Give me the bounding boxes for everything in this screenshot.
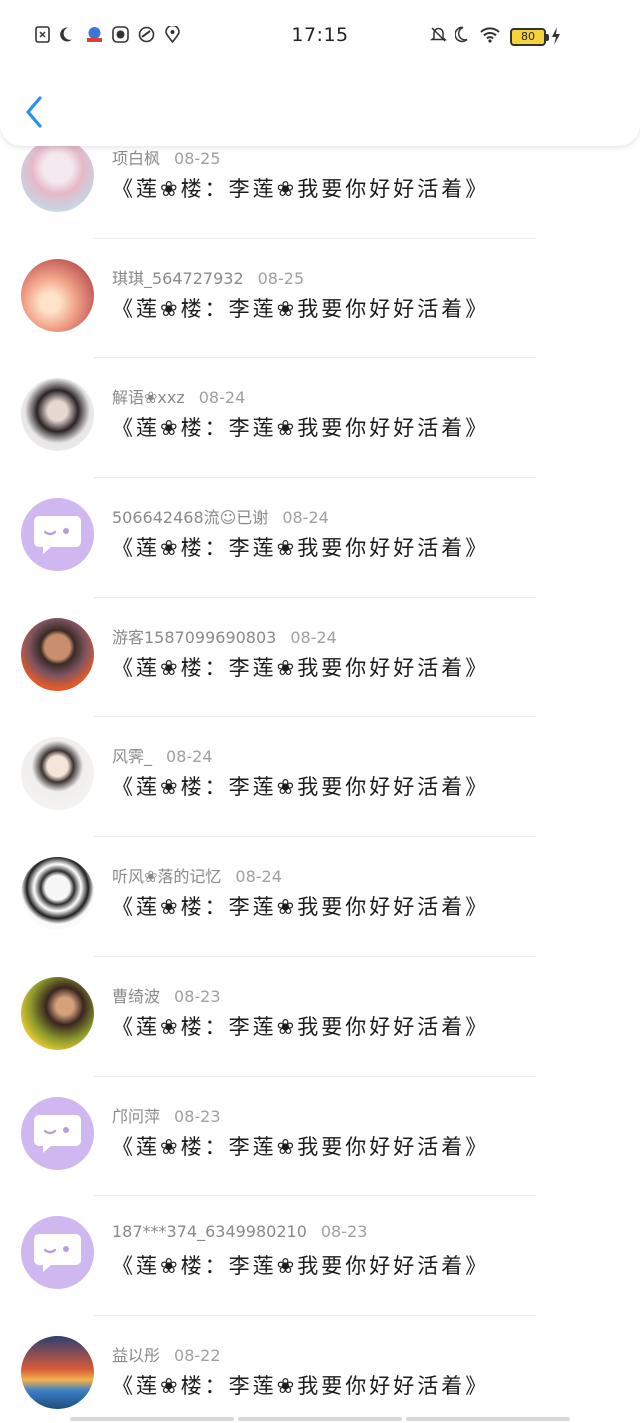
list-item[interactable]: 邝问萍 08-23 《莲❀楼：李莲❀我要你好好活着》 xyxy=(0,1077,640,1197)
avatar[interactable] xyxy=(21,258,94,332)
comment-text: 《莲❀楼：李莲❀我要你好好活着》 xyxy=(112,296,490,321)
comment-list: 项白枫 08-25 《莲❀楼：李莲❀我要你好好活着》 琪琪_564727932 08… xyxy=(0,119,640,1423)
list-item[interactable]: 曹绮波 08-23 《莲❀楼：李莲❀我要你好好活着》 xyxy=(0,957,640,1077)
home-indicator xyxy=(70,1417,570,1421)
comment-text: 《莲❀楼：李莲❀我要你好好活着》 xyxy=(112,1254,490,1279)
user-name[interactable]: 项白枫 xyxy=(112,149,160,168)
status-right-icons xyxy=(429,26,500,43)
comment-text: 《莲❀楼：李莲❀我要你好好活着》 xyxy=(112,1134,490,1159)
default-avatar-chat-icon xyxy=(34,1114,81,1153)
user-name[interactable]: 听风❀落的记忆 xyxy=(112,867,221,886)
comment-date: 08-25 xyxy=(174,149,221,168)
comment-date: 08-24 xyxy=(290,627,337,647)
user-name[interactable]: 琪琪_564727932 xyxy=(112,269,244,288)
list-item[interactable]: 游客1587099690803 08-24 《莲❀楼：李莲❀我要你好好活着》 xyxy=(0,598,640,718)
moon-icon xyxy=(454,26,472,43)
avatar[interactable] xyxy=(21,139,94,212)
avatar[interactable] xyxy=(21,737,94,811)
list-item[interactable]: 听风❀落的记忆 08-24 《莲❀楼：李莲❀我要你好好活着》 xyxy=(0,837,640,957)
comment-text: 《莲❀楼：李莲❀我要你好好活着》 xyxy=(112,655,490,680)
avatar[interactable] xyxy=(21,498,94,572)
comment-date: 08-25 xyxy=(257,268,305,288)
comment-text: 《莲❀楼：李莲❀我要你好好活着》 xyxy=(112,416,490,441)
user-name[interactable]: 187***374_6349980210 xyxy=(112,1222,307,1241)
user-name[interactable]: 游客1587099690803 xyxy=(112,628,276,647)
comment-date: 08-23 xyxy=(174,1106,221,1126)
comment-date: 08-23 xyxy=(320,1222,368,1242)
list-item[interactable]: 506642468流☺已谢 08-24 《莲❀楼：李莲❀我要你好好活着》 xyxy=(0,478,640,598)
list-item[interactable]: 琪琪_564727932 08-25 《莲❀楼：李莲❀我要你好好活着》 xyxy=(0,239,640,359)
comment-date: 08-24 xyxy=(198,388,246,408)
comment-date: 08-22 xyxy=(174,1345,221,1365)
chevron-left-icon xyxy=(26,96,42,128)
avatar[interactable] xyxy=(21,1216,94,1290)
comment-text: 《莲❀楼：李莲❀我要你好好活着》 xyxy=(112,177,490,201)
comment-date: 08-23 xyxy=(174,986,221,1006)
user-name[interactable]: 曹绮波 xyxy=(112,987,160,1006)
avatar[interactable] xyxy=(21,857,94,931)
default-avatar-chat-icon xyxy=(34,516,81,555)
user-name[interactable]: 解语❀xxz xyxy=(112,388,185,407)
battery-icon: 80 xyxy=(510,28,549,46)
comment-text: 《莲❀楼：李莲❀我要你好好活着》 xyxy=(112,775,490,800)
wifi-icon xyxy=(480,26,500,43)
status-bar: 17:15 80 xyxy=(0,20,640,52)
user-name[interactable]: 风霁_ xyxy=(112,747,152,766)
user-name[interactable]: 506642468流☺已谢 xyxy=(112,508,268,527)
charging-icon xyxy=(550,26,562,46)
comment-text: 《莲❀楼：李莲❀我要你好好活着》 xyxy=(112,895,490,920)
avatar[interactable] xyxy=(21,1096,94,1170)
avatar[interactable] xyxy=(21,378,94,452)
comment-text: 《莲❀楼：李莲❀我要你好好活着》 xyxy=(112,536,490,561)
list-item[interactable]: 187***374_6349980210 08-23 《莲❀楼：李莲❀我要你好好活… xyxy=(0,1196,640,1316)
comment-date: 08-24 xyxy=(282,508,329,528)
user-name[interactable]: 邝问萍 xyxy=(112,1107,160,1126)
header: 17:15 80 xyxy=(0,0,640,146)
comment-text: 《莲❀楼：李莲❀我要你好好活着》 xyxy=(112,1014,490,1039)
default-avatar-chat-icon xyxy=(34,1234,81,1273)
mute-bell-icon xyxy=(429,26,448,43)
avatar[interactable] xyxy=(21,976,94,1050)
list-item[interactable]: 解语❀xxz 08-24 《莲❀楼：李莲❀我要你好好活着》 xyxy=(0,358,640,479)
comment-text: 《莲❀楼：李莲❀我要你好好活着》 xyxy=(112,1373,490,1398)
list-item[interactable]: 益以彤 08-22 《莲❀楼：李莲❀我要你好好活着》 xyxy=(0,1316,640,1423)
comment-date: 08-24 xyxy=(166,747,213,767)
comment-date: 08-24 xyxy=(235,867,282,887)
list-item[interactable]: 风霁_ 08-24 《莲❀楼：李莲❀我要你好好活着》 xyxy=(0,717,640,838)
avatar[interactable] xyxy=(21,1335,94,1409)
back-button[interactable] xyxy=(20,92,50,132)
user-name[interactable]: 益以彤 xyxy=(112,1346,160,1365)
avatar[interactable] xyxy=(21,617,94,691)
